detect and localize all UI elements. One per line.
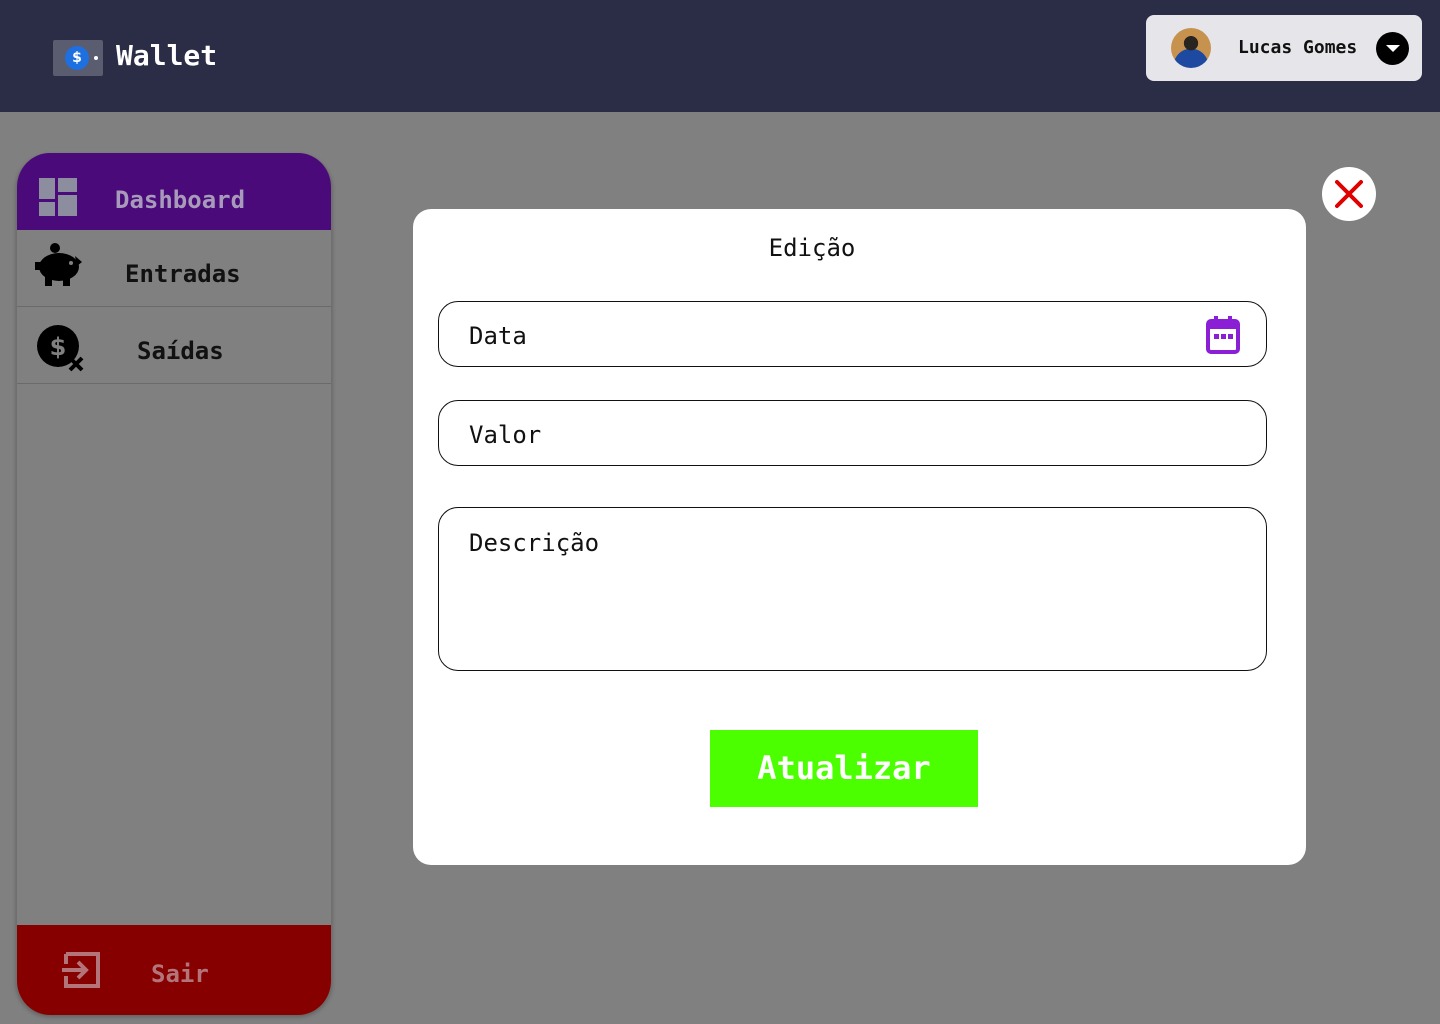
piggy-bank-icon <box>35 243 82 286</box>
top-header: $ Wallet Lucas Gomes <box>0 0 1440 112</box>
wallet-icon: $ <box>53 40 103 76</box>
svg-text:$: $ <box>50 333 67 361</box>
date-field[interactable] <box>438 301 1267 367</box>
sidebar-item-label: Saídas <box>137 337 224 365</box>
logout-button[interactable]: Sair <box>17 925 331 1015</box>
close-modal-button[interactable] <box>1322 167 1376 221</box>
avatar <box>1171 28 1211 68</box>
dashboard-icon <box>39 178 77 216</box>
amount-input[interactable] <box>469 419 1209 451</box>
chevron-down-icon[interactable] <box>1376 32 1409 65</box>
amount-field[interactable] <box>438 400 1267 466</box>
sidebar-item-entradas[interactable]: Entradas <box>17 230 331 307</box>
user-menu[interactable]: Lucas Gomes <box>1146 15 1422 81</box>
sidebar-item-label: Dashboard <box>115 186 246 214</box>
money-off-icon: $ <box>37 325 84 372</box>
sidebar-item-dashboard[interactable]: Dashboard <box>17 153 331 230</box>
calendar-icon[interactable] <box>1206 316 1240 354</box>
close-icon <box>1335 180 1363 208</box>
sidebar-item-label: Entradas <box>125 260 241 288</box>
update-button[interactable]: Atualizar <box>710 730 978 807</box>
sidebar-item-saidas[interactable]: $ Saídas <box>17 307 331 384</box>
logout-icon <box>62 952 100 988</box>
description-textarea[interactable] <box>469 528 1209 648</box>
user-name: Lucas Gomes <box>1238 37 1358 58</box>
logout-label: Sair <box>151 960 209 988</box>
app-title: Wallet <box>116 39 218 72</box>
modal-title: Edição <box>768 234 856 262</box>
date-input[interactable] <box>469 320 1209 352</box>
sidebar: Dashboard Entradas $ Saídas Sair <box>16 153 332 1015</box>
description-field[interactable] <box>438 507 1267 671</box>
edit-modal: Edição Atualizar <box>413 209 1306 865</box>
